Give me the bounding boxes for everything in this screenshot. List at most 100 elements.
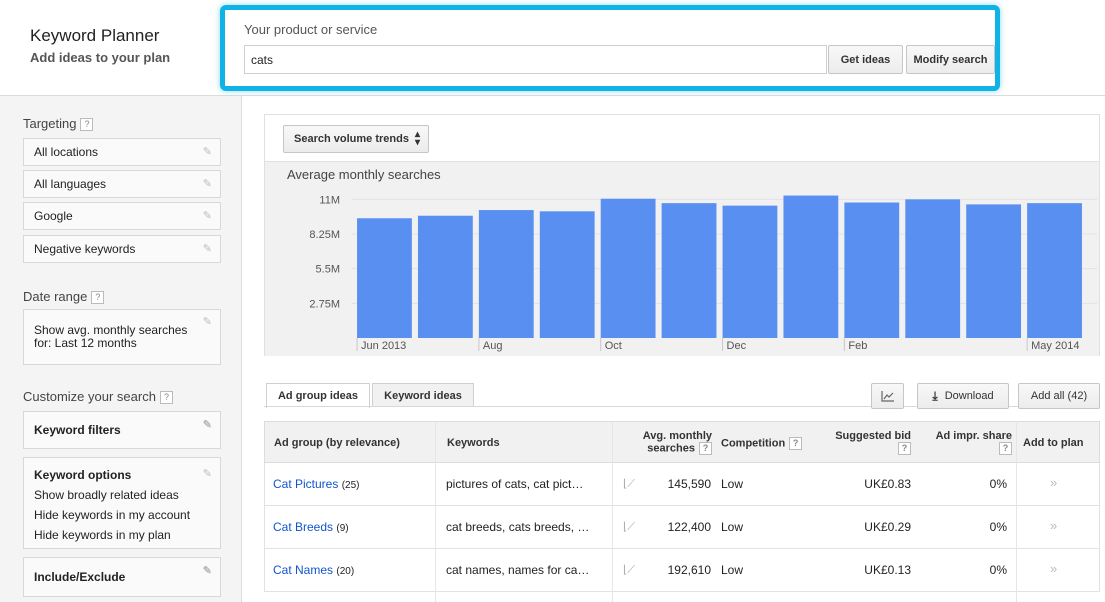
bar xyxy=(966,204,1022,338)
col-share-line1: Ad impr. share xyxy=(935,430,1012,442)
column-divider xyxy=(612,421,613,602)
app-title: Keyword Planner xyxy=(30,26,160,45)
add-to-plan-icon[interactable]: » xyxy=(1050,475,1057,490)
y-tick-label: 8.25M xyxy=(309,229,340,241)
pencil-icon: ✎ xyxy=(202,178,212,190)
y-tick-label: 5.5M xyxy=(316,264,340,276)
pencil-icon: ✎ xyxy=(202,146,212,158)
x-tick-label: Jun 2013 xyxy=(361,340,406,352)
sidebar-item-network[interactable]: Google ✎ xyxy=(23,202,221,230)
tab-keyword-ideas[interactable]: Keyword ideas xyxy=(372,383,474,407)
col-competition[interactable]: Competition? xyxy=(721,437,803,450)
col-avg-monthly-searches[interactable]: Avg. monthly searches? xyxy=(614,430,712,455)
line-chart-icon[interactable] xyxy=(871,383,904,409)
keyword-filters-label: Keyword filters xyxy=(34,423,121,437)
ad-group-link[interactable]: Cat Breeds xyxy=(273,520,333,534)
help-icon[interactable]: ? xyxy=(789,437,803,450)
pencil-icon: ✎ xyxy=(202,210,212,222)
bar xyxy=(478,210,534,338)
column-divider xyxy=(435,421,436,602)
keyword-option: Hide keywords in my plan xyxy=(34,528,171,542)
date-range-label: Date range? xyxy=(23,289,105,305)
sidebar-item-languages[interactable]: All languages ✎ xyxy=(23,170,221,198)
competition-cell: Low xyxy=(721,520,744,534)
pencil-icon: ✎ xyxy=(202,419,212,431)
col-ad-group[interactable]: Ad group (by relevance) xyxy=(274,437,400,449)
table-row: Cat Pictures (25) pictures of cats, cat … xyxy=(264,463,1100,506)
help-icon[interactable]: ? xyxy=(80,118,94,132)
sidebar-item-negative-keywords[interactable]: Negative keywords ✎ xyxy=(23,235,221,263)
modify-search-button[interactable]: Modify search xyxy=(906,45,995,74)
download-icon: ⤓ xyxy=(932,388,938,403)
trend-chart-icon[interactable]: ⌊⟋ xyxy=(623,520,635,534)
help-icon[interactable]: ? xyxy=(91,291,105,305)
sidebar-item-label: Google xyxy=(34,209,73,223)
help-icon[interactable]: ? xyxy=(999,442,1012,455)
get-ideas-button[interactable]: Get ideas xyxy=(828,45,903,74)
share-cell: 0% xyxy=(989,520,1007,534)
keyword-options[interactable]: Keyword options Show broadly related ide… xyxy=(23,457,221,549)
keyword-filters[interactable]: Keyword filters ✎ xyxy=(23,411,221,449)
targeting-label: Targeting? xyxy=(23,116,94,132)
sidebar-item-locations[interactable]: All locations ✎ xyxy=(23,138,221,166)
sidebar-item-date-range[interactable]: Show avg. monthly searches for: Last 12 … xyxy=(23,309,221,365)
targeting-label-text: Targeting xyxy=(23,116,77,131)
include-exclude-label: Include/Exclude xyxy=(34,570,126,584)
bar xyxy=(661,203,717,338)
x-tick-label: Aug xyxy=(483,340,503,352)
chart-area: Average monthly searches 2.75M 5.5M 8.25M 1… xyxy=(265,161,1099,356)
download-button[interactable]: ⤓ Download xyxy=(917,383,1009,409)
x-tick-label: Dec xyxy=(727,340,747,352)
bar-chart: 2.75M 5.5M 8.25M 11M Jun 2013 Aug Oct Dec Feb May… xyxy=(309,194,1097,352)
customize-label: Customize your search? xyxy=(23,389,173,405)
chart-panel: Search volume trends ▴ ▾ Average monthly … xyxy=(264,114,1100,356)
product-search-input[interactable] xyxy=(244,45,827,74)
bar xyxy=(783,195,839,338)
col-avg-line2: searches xyxy=(647,442,695,455)
bar xyxy=(905,199,961,338)
search-volume-trends-button[interactable]: Search volume trends ▴ ▾ xyxy=(283,125,429,153)
customize-label-text: Customize your search xyxy=(23,389,156,404)
col-keywords[interactable]: Keywords xyxy=(447,437,500,449)
trend-chart-icon[interactable]: ⌊⟋ xyxy=(623,563,635,577)
help-icon[interactable]: ? xyxy=(699,442,712,455)
tab-ad-group-ideas[interactable]: Ad group ideas xyxy=(266,383,370,408)
bar xyxy=(600,198,656,338)
ad-group-link[interactable]: Cat Names xyxy=(273,563,333,577)
add-to-plan-icon[interactable]: » xyxy=(1050,518,1057,533)
keyword-option: Hide keywords in my account xyxy=(34,508,191,522)
searches-cell: 122,400 xyxy=(667,520,711,534)
add-to-plan-icon[interactable]: » xyxy=(1050,561,1057,576)
keyword-options-title: Keyword options xyxy=(34,468,132,482)
search-panel: Your product or service Get ideas Modify… xyxy=(220,5,1000,91)
bar xyxy=(844,202,900,338)
include-exclude[interactable]: Include/Exclude ✎ xyxy=(23,557,221,597)
ad-group-cell: Cat Pictures (25) xyxy=(273,477,360,491)
trend-button-label: Search volume trends xyxy=(294,133,409,145)
pencil-icon: ✎ xyxy=(202,565,212,577)
x-tick-label: Feb xyxy=(848,340,867,352)
table-header: Ad group (by relevance) Keywords Avg. mo… xyxy=(264,421,1100,463)
help-icon[interactable]: ? xyxy=(898,442,911,455)
searches-cell: 145,590 xyxy=(667,477,711,491)
x-tick-label: May 2014 xyxy=(1031,340,1079,352)
competition-cell: Low xyxy=(721,477,744,491)
col-suggested-bid[interactable]: Suggested bid ? xyxy=(814,430,911,455)
share-cell: 0% xyxy=(989,563,1007,577)
col-competition-label: Competition xyxy=(721,437,786,450)
trend-chart-icon[interactable]: ⌊⟋ xyxy=(623,477,635,491)
date-range-value: Show avg. monthly searches for: Last 12 … xyxy=(34,323,188,350)
help-icon[interactable]: ? xyxy=(159,391,173,405)
add-all-button[interactable]: Add all (42) xyxy=(1018,383,1100,409)
ad-group-link[interactable]: Cat Pictures xyxy=(273,477,338,491)
ad-group-count: (9) xyxy=(336,523,349,534)
bar xyxy=(357,218,412,338)
ad-group-cell: Cat Breeds (9) xyxy=(273,520,349,534)
sidebar: Targeting? All locations ✎ All languages… xyxy=(0,96,242,602)
searches-cell: 192,610 xyxy=(667,563,711,577)
col-ad-impr-share[interactable]: Ad impr. share ? xyxy=(917,430,1012,455)
y-tick-label: 2.75M xyxy=(309,298,340,310)
column-divider xyxy=(1016,421,1017,602)
col-add-to-plan: Add to plan xyxy=(1023,437,1084,449)
ad-group-cell: Cat Names (20) xyxy=(273,563,354,577)
